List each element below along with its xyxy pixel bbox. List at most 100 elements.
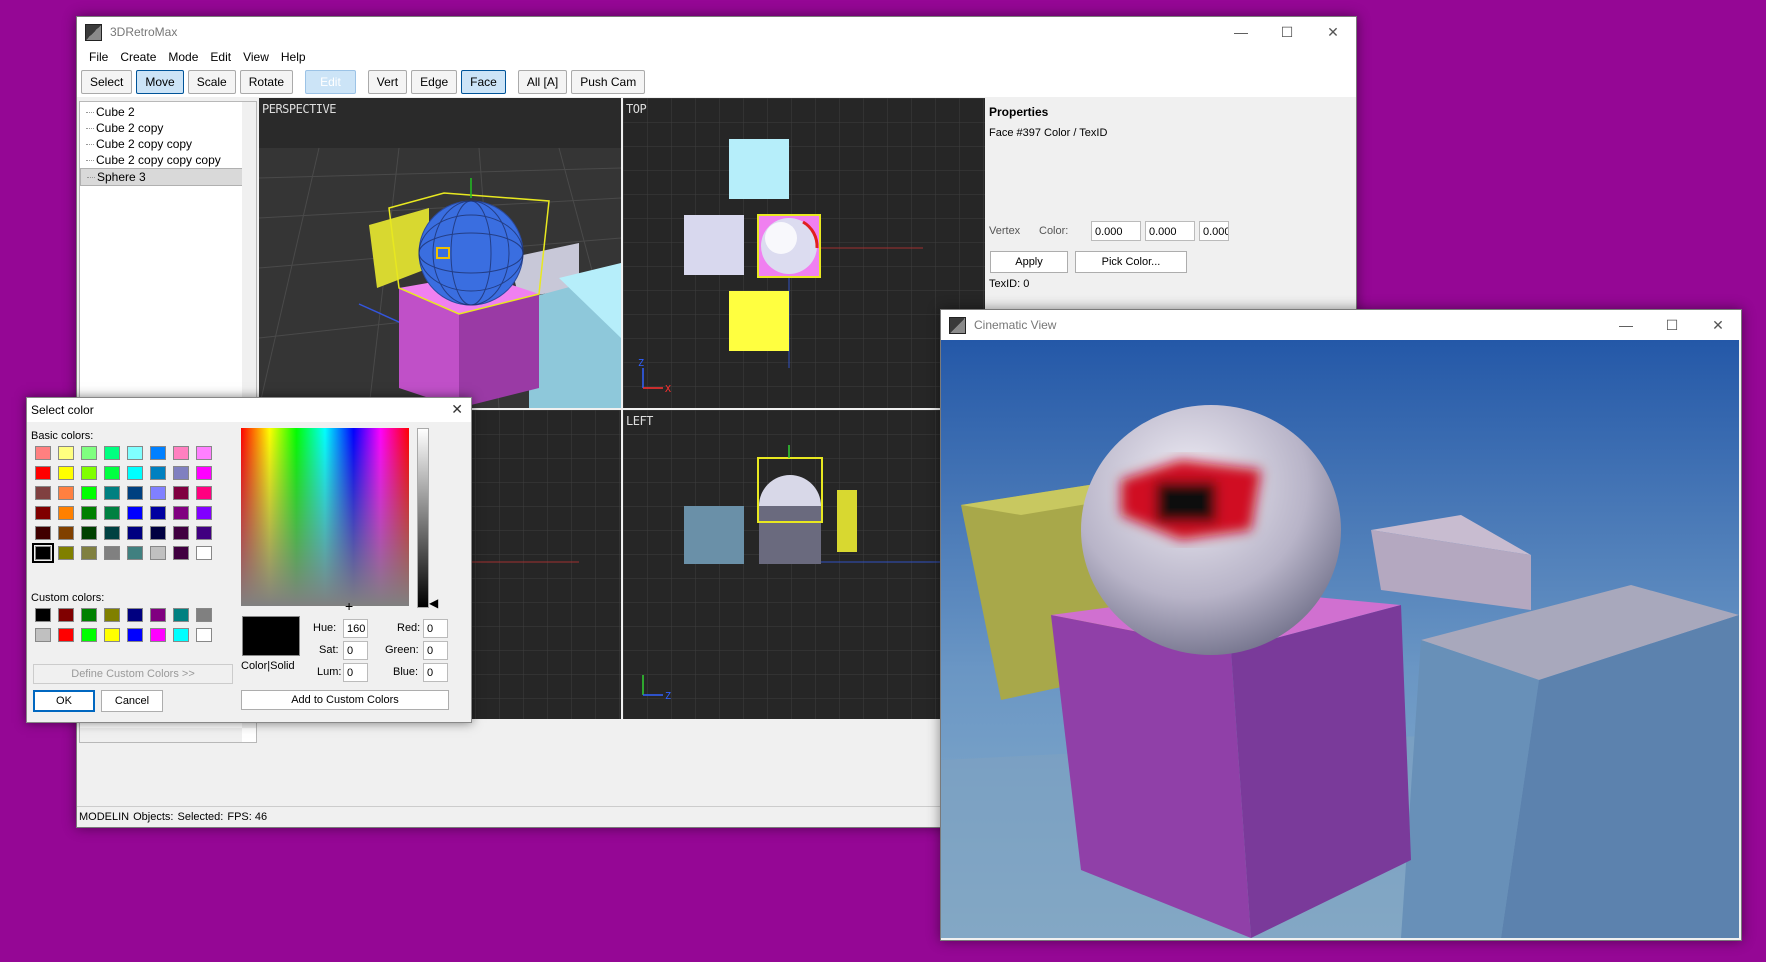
basic-color-swatch[interactable] xyxy=(196,466,212,480)
basic-color-swatch[interactable] xyxy=(196,486,212,500)
basic-color-swatch[interactable] xyxy=(35,526,51,540)
basic-color-swatch[interactable] xyxy=(58,466,74,480)
basic-color-swatch[interactable] xyxy=(32,543,54,563)
color-r-field[interactable]: 0.000 xyxy=(1091,221,1141,241)
dialog-titlebar[interactable]: Select color ✕ xyxy=(27,398,471,422)
select-all-button[interactable]: All [A] xyxy=(517,70,568,94)
ok-button[interactable]: OK xyxy=(33,690,95,712)
tree-item-cube-2-copy[interactable]: Cube 2 copy xyxy=(80,120,256,136)
basic-color-swatch[interactable] xyxy=(104,506,120,520)
add-to-custom-colors-button[interactable]: Add to Custom Colors xyxy=(241,690,449,710)
cinematic-maximize-icon[interactable]: ☐ xyxy=(1649,310,1695,340)
maximize-icon[interactable]: ☐ xyxy=(1264,17,1310,47)
basic-color-swatch[interactable] xyxy=(58,526,74,540)
custom-color-swatch[interactable] xyxy=(81,608,97,622)
basic-color-swatch[interactable] xyxy=(104,466,120,480)
custom-color-swatch[interactable] xyxy=(104,628,120,642)
perspective-viewport[interactable]: PERSPECTIVE xyxy=(259,98,621,408)
tree-horizontal-scrollbar[interactable] xyxy=(80,728,242,742)
basic-color-swatch[interactable] xyxy=(58,446,74,460)
blue-field[interactable]: 0 xyxy=(423,663,448,682)
define-custom-colors-button[interactable]: Define Custom Colors >> xyxy=(33,664,233,684)
custom-color-swatch[interactable] xyxy=(104,608,120,622)
basic-color-swatch[interactable] xyxy=(150,546,166,560)
custom-color-swatch[interactable] xyxy=(35,608,51,622)
custom-color-swatch[interactable] xyxy=(35,628,51,642)
basic-color-swatch[interactable] xyxy=(81,526,97,540)
cinematic-titlebar[interactable]: Cinematic View — ☐ ✕ xyxy=(941,310,1741,340)
green-field[interactable]: 0 xyxy=(423,641,448,660)
minimize-icon[interactable]: — xyxy=(1218,17,1264,47)
basic-color-swatch[interactable] xyxy=(127,526,143,540)
menu-edit[interactable]: Edit xyxy=(204,50,237,64)
rotate-button[interactable]: Rotate xyxy=(239,70,294,94)
tree-item-cube-2-copy-copy-copy[interactable]: Cube 2 copy copy copy xyxy=(80,152,256,168)
pick-color-button[interactable]: Pick Color... xyxy=(1075,251,1187,273)
basic-color-swatch[interactable] xyxy=(35,506,51,520)
basic-color-swatch[interactable] xyxy=(81,486,97,500)
basic-color-swatch[interactable] xyxy=(104,446,120,460)
basic-color-swatch[interactable] xyxy=(104,546,120,560)
basic-color-swatch[interactable] xyxy=(173,466,189,480)
cinematic-minimize-icon[interactable]: — xyxy=(1603,310,1649,340)
left-viewport[interactable]: Z LEFT xyxy=(623,410,985,719)
basic-color-swatch[interactable] xyxy=(173,546,189,560)
vert-button[interactable]: Vert xyxy=(367,70,408,94)
basic-color-swatch[interactable] xyxy=(196,546,212,560)
basic-color-swatch[interactable] xyxy=(173,446,189,460)
custom-color-swatch[interactable] xyxy=(173,628,189,642)
basic-color-swatch[interactable] xyxy=(35,446,51,460)
sat-field[interactable]: 0 xyxy=(343,641,368,660)
custom-color-swatch[interactable] xyxy=(127,608,143,622)
basic-color-swatch[interactable] xyxy=(127,546,143,560)
custom-color-swatch[interactable] xyxy=(150,608,166,622)
basic-color-swatch[interactable] xyxy=(127,446,143,460)
menu-mode[interactable]: Mode xyxy=(162,50,204,64)
apply-button[interactable]: Apply xyxy=(990,251,1068,273)
luminance-slider[interactable] xyxy=(417,428,429,608)
custom-color-swatch[interactable] xyxy=(150,628,166,642)
push-cam-button[interactable]: Push Cam xyxy=(571,70,646,94)
color-b-field[interactable]: 0.000 xyxy=(1199,221,1229,241)
cinematic-render[interactable] xyxy=(941,340,1739,938)
basic-color-swatch[interactable] xyxy=(81,466,97,480)
basic-color-swatch[interactable] xyxy=(81,546,97,560)
menu-help[interactable]: Help xyxy=(275,50,312,64)
custom-color-swatch[interactable] xyxy=(58,628,74,642)
basic-color-swatch[interactable] xyxy=(58,546,74,560)
basic-color-swatch[interactable] xyxy=(104,486,120,500)
basic-color-swatch[interactable] xyxy=(173,486,189,500)
luminance-arrow-icon[interactable]: ◀ xyxy=(429,596,438,610)
basic-color-swatch[interactable] xyxy=(196,446,212,460)
dialog-close-icon[interactable]: ✕ xyxy=(451,401,463,418)
move-button[interactable]: Move xyxy=(136,70,184,94)
custom-color-swatch[interactable] xyxy=(58,608,74,622)
tree-item-cube-2-copy-copy[interactable]: Cube 2 copy copy xyxy=(80,136,256,152)
red-field[interactable]: 0 xyxy=(423,619,448,638)
basic-color-swatch[interactable] xyxy=(150,506,166,520)
custom-color-swatch[interactable] xyxy=(196,608,212,622)
menu-view[interactable]: View xyxy=(237,50,275,64)
basic-color-swatch[interactable] xyxy=(173,526,189,540)
cinematic-close-icon[interactable]: ✕ xyxy=(1695,310,1741,340)
close-icon[interactable]: ✕ xyxy=(1310,17,1356,47)
basic-color-swatch[interactable] xyxy=(104,526,120,540)
cancel-button[interactable]: Cancel xyxy=(101,690,163,712)
basic-color-swatch[interactable] xyxy=(35,486,51,500)
menu-file[interactable]: File xyxy=(83,50,114,64)
color-g-field[interactable]: 0.000 xyxy=(1145,221,1195,241)
basic-color-swatch[interactable] xyxy=(196,506,212,520)
basic-color-swatch[interactable] xyxy=(150,466,166,480)
hue-field[interactable]: 160 xyxy=(343,619,368,638)
basic-color-swatch[interactable] xyxy=(58,486,74,500)
basic-color-swatch[interactable] xyxy=(196,526,212,540)
top-viewport[interactable]: Z X TOP xyxy=(623,98,985,408)
scale-button[interactable]: Scale xyxy=(187,70,236,94)
color-spectrum[interactable]: + xyxy=(241,428,409,614)
basic-color-swatch[interactable] xyxy=(150,486,166,500)
basic-color-swatch[interactable] xyxy=(150,526,166,540)
basic-color-swatch[interactable] xyxy=(173,506,189,520)
tree-item-cube-2[interactable]: Cube 2 xyxy=(80,104,256,120)
basic-color-swatch[interactable] xyxy=(35,466,51,480)
main-titlebar[interactable]: 3DRetroMax — ☐ ✕ xyxy=(77,17,1356,47)
